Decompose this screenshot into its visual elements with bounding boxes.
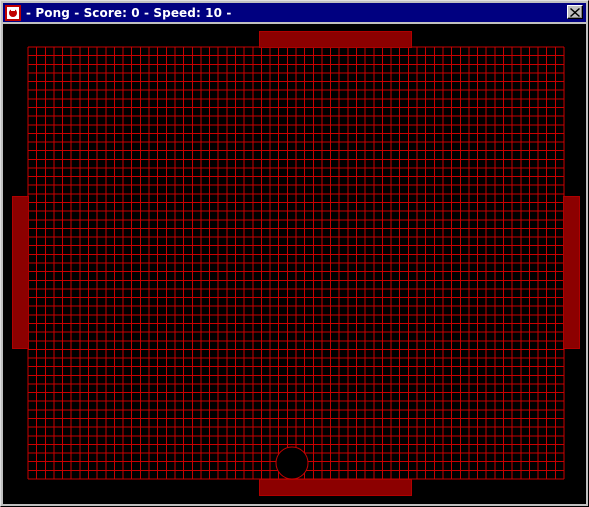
paddle-left	[12, 196, 29, 349]
ball	[275, 446, 309, 480]
close-button[interactable]	[567, 5, 583, 19]
game-background	[3, 24, 586, 504]
paddle-bottom	[259, 479, 412, 496]
paddle-right	[563, 196, 580, 349]
game-area[interactable]	[3, 24, 586, 504]
pong-app-icon[interactable]	[5, 4, 21, 21]
close-x-icon	[570, 7, 580, 17]
game-window: - Pong - Score: 0 - Speed: 10 -	[0, 0, 589, 507]
game-canvas[interactable]	[3, 24, 586, 504]
window-title: - Pong - Score: 0 - Speed: 10 -	[26, 5, 232, 20]
title-bar[interactable]: - Pong - Score: 0 - Speed: 10 -	[3, 3, 586, 22]
paddle-top	[259, 31, 412, 48]
